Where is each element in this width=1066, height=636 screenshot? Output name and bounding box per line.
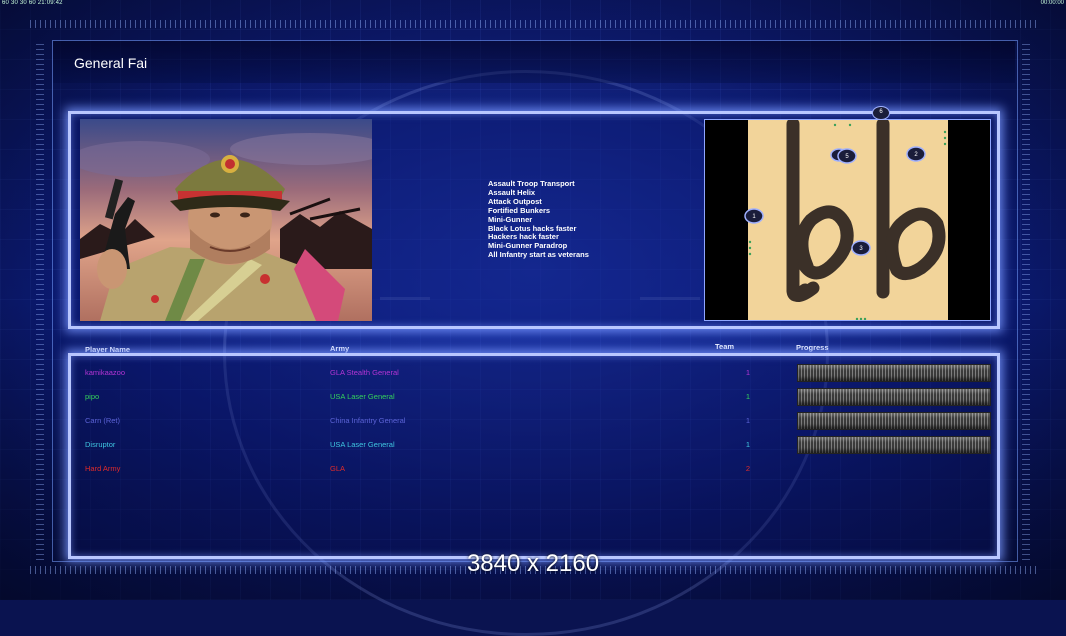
title-bar bbox=[53, 41, 1015, 83]
header-team: Team bbox=[715, 342, 735, 351]
player-name: Carn (Ret) bbox=[85, 416, 121, 425]
right-ruler bbox=[1022, 40, 1030, 560]
resolution-label: 3840 x 2160 bbox=[466, 550, 600, 577]
player-army: China Infantry General bbox=[330, 416, 406, 425]
player-row: Hard Army GLA 2 bbox=[0, 459, 1066, 481]
header-army: Army bbox=[330, 344, 350, 353]
player-name: pipo bbox=[85, 392, 100, 401]
player-team: 1 bbox=[745, 392, 751, 401]
player-team: 1 bbox=[745, 416, 751, 425]
player-progress-bar bbox=[797, 436, 991, 454]
player-progress-bar bbox=[797, 364, 991, 382]
player-army: GLA bbox=[330, 464, 346, 473]
player-name: Hard Army bbox=[85, 464, 121, 473]
hud-timer-readout: 00:00:00 bbox=[1040, 0, 1064, 6]
hud-fps-readout: 60 30 30 60 21:09:42 bbox=[2, 0, 63, 6]
player-army: GLA Stealth General bbox=[330, 368, 399, 377]
general-title: General Fai bbox=[74, 55, 148, 71]
player-row: Disruptor USA Laser General 1 bbox=[0, 435, 1066, 457]
left-ruler bbox=[36, 40, 44, 560]
player-army: USA Laser General bbox=[330, 440, 395, 449]
player-name: Disruptor bbox=[85, 440, 116, 449]
player-army: USA Laser General bbox=[330, 392, 395, 401]
player-row: pipo USA Laser General 1 bbox=[0, 387, 1066, 409]
player-row: kamikaazoo GLA Stealth General 1 bbox=[0, 363, 1066, 385]
player-team: 2 bbox=[745, 464, 751, 473]
general-portrait bbox=[80, 119, 372, 321]
start-marker-6: 6 bbox=[872, 106, 890, 120]
player-team: 1 bbox=[745, 440, 751, 449]
top-ruler bbox=[30, 20, 1036, 28]
map-preview: 1 2 3 4 5 bbox=[704, 119, 991, 321]
header-progress: Progress bbox=[796, 343, 829, 352]
player-row: Carn (Ret) China Infantry General 1 bbox=[0, 411, 1066, 433]
player-name: kamikaazoo bbox=[85, 368, 126, 377]
player-progress-bar bbox=[797, 412, 991, 430]
player-team: 1 bbox=[745, 368, 751, 377]
general-abilities-list: Assault Troop Transport Assault Helix At… bbox=[488, 179, 589, 260]
player-progress-bar bbox=[797, 388, 991, 406]
ability-item: All Infantry start as veterans bbox=[488, 250, 589, 260]
